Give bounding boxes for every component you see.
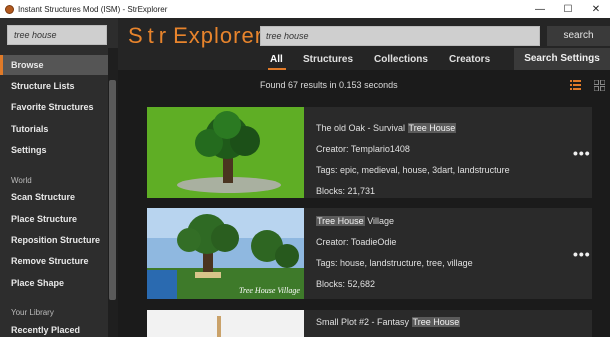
sidebar-scrollbar-thumb[interactable]: [109, 80, 116, 300]
results-scrollbar[interactable]: [600, 100, 610, 337]
sidebar-search-input[interactable]: [8, 26, 106, 44]
main-search-box[interactable]: [260, 26, 540, 46]
result-card[interactable]: Small Plot #2 - Fantasy Tree House: [147, 310, 592, 337]
result-tags: Tags: house, landstructure, tree, villag…: [316, 258, 473, 268]
sidebar-item-tutorials[interactable]: Tutorials: [0, 119, 108, 139]
sidebar: Browse Structure Lists Favorite Structur…: [0, 18, 118, 337]
header: StrExplorer search All Structures Collec…: [118, 18, 610, 70]
title-highlight: Tree House: [407, 123, 457, 133]
results-summary: Found 67 results in 0.153 seconds: [260, 80, 398, 90]
sidebar-item-reposition-structure[interactable]: Reposition Structure: [0, 230, 108, 250]
thumbnail-caption: Tree House Village: [239, 286, 300, 295]
more-options-icon[interactable]: •••: [573, 246, 591, 262]
result-card[interactable]: Tree House Village Tree House Village Cr…: [147, 208, 592, 299]
main-panel: StrExplorer search All Structures Collec…: [118, 18, 610, 337]
grid-view-icon[interactable]: [594, 80, 605, 91]
result-blocks: Blocks: 52,682: [316, 279, 376, 289]
more-options-icon[interactable]: •••: [573, 145, 591, 161]
result-title[interactable]: The old Oak - Survival Tree House: [316, 123, 457, 133]
sidebar-item-place-shape[interactable]: Place Shape: [0, 273, 108, 293]
sidebar-item-scan-structure[interactable]: Scan Structure: [0, 187, 108, 207]
sidebar-item-favorite-structures[interactable]: Favorite Structures: [0, 97, 108, 117]
structure-thumbnail[interactable]: Tree House Village: [147, 208, 304, 299]
list-view-icon[interactable]: [570, 80, 581, 90]
sidebar-item-place-structure[interactable]: Place Structure: [0, 209, 108, 229]
sidebar-item-remove-structure[interactable]: Remove Structure: [0, 251, 108, 271]
main-search-input[interactable]: [261, 27, 539, 45]
result-title[interactable]: Small Plot #2 - Fantasy Tree House: [316, 317, 461, 327]
search-button[interactable]: search: [547, 26, 610, 46]
sidebar-item-structure-lists[interactable]: Structure Lists: [0, 76, 108, 96]
section-heading-your-library: Your Library: [11, 308, 54, 317]
result-blocks: Blocks: 21,731: [316, 186, 376, 196]
search-settings-button[interactable]: Search Settings: [514, 48, 610, 70]
tab-collections[interactable]: Collections: [374, 54, 428, 65]
structure-thumbnail[interactable]: [147, 107, 304, 198]
sidebar-item-settings[interactable]: Settings: [0, 140, 108, 160]
window-titlebar: Instant Structures Mod (ISM) - StrExplor…: [0, 0, 610, 18]
title-text: Village: [364, 216, 395, 226]
active-tab-indicator: [268, 68, 286, 70]
structure-thumbnail[interactable]: [147, 310, 304, 337]
tab-structures[interactable]: Structures: [303, 54, 353, 65]
app-logo: StrExplorer: [128, 23, 263, 49]
tab-creators[interactable]: Creators: [449, 54, 490, 65]
close-button[interactable]: ✕: [582, 0, 610, 18]
title-text: Small Plot #2 - Fantasy: [316, 317, 412, 327]
app-icon: [5, 4, 14, 14]
sidebar-search-box[interactable]: [7, 25, 107, 45]
maximize-button[interactable]: ☐: [554, 0, 582, 18]
sidebar-item-recently-placed[interactable]: Recently Placed: [0, 320, 108, 337]
logo-str: Str: [128, 23, 172, 48]
section-heading-world: World: [11, 176, 32, 185]
result-creator[interactable]: Creator: Templario1408: [316, 144, 410, 154]
logo-explorer: Explorer: [173, 23, 264, 48]
window-title: Instant Structures Mod (ISM) - StrExplor…: [18, 4, 168, 14]
minimize-button[interactable]: —: [526, 0, 554, 18]
result-creator[interactable]: Creator: ToadieOdie: [316, 237, 396, 247]
sidebar-item-browse[interactable]: Browse: [0, 55, 108, 75]
title-highlight: Tree House: [316, 216, 365, 226]
title-highlight: Tree House: [411, 317, 461, 327]
result-tags: Tags: epic, medieval, house, 3dart, land…: [316, 165, 510, 175]
result-card[interactable]: The old Oak - Survival Tree House Creato…: [147, 107, 592, 198]
title-text: The old Oak - Survival: [316, 123, 408, 133]
result-title[interactable]: Tree House Village: [316, 216, 394, 226]
tab-all[interactable]: All: [270, 54, 283, 65]
